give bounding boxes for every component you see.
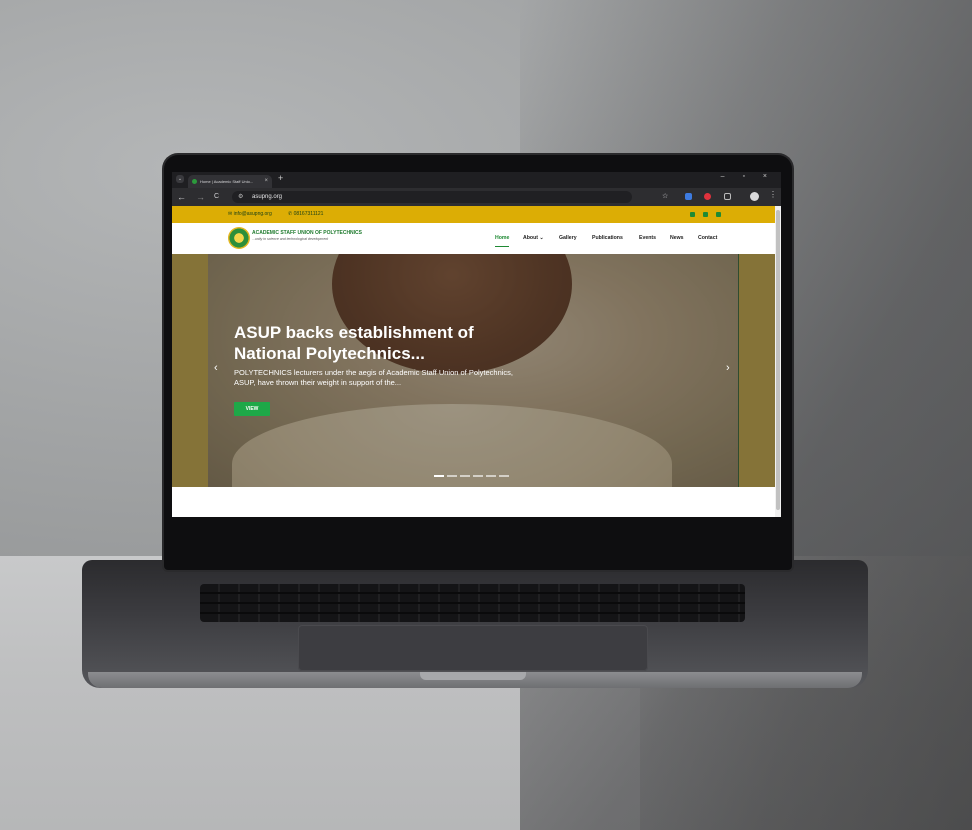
site-info-icon[interactable]: ⚙ xyxy=(238,192,243,202)
window-controls[interactable]: – ▫ × xyxy=(721,173,775,180)
tab-close-icon[interactable]: × xyxy=(264,175,268,188)
extensions-puzzle-icon[interactable] xyxy=(724,193,731,200)
tab-title: Home | Academic Staff Unio... xyxy=(200,179,254,184)
address-bar[interactable]: ⚙ asupng.org xyxy=(232,191,632,203)
laptop-trackpad xyxy=(298,625,648,671)
phone-link[interactable]: ✆ 08167311121 xyxy=(288,206,323,223)
browser-menu-icon[interactable]: ⋮ xyxy=(769,190,777,199)
contact-strip: ✉ info@asupng.org ✆ 08167311121 xyxy=(172,206,781,223)
hero-title: ASUP backs establishment of National Pol… xyxy=(234,323,474,363)
nav-events[interactable]: Events xyxy=(639,223,656,254)
laptop-screen: ⌄ Home | Academic Staff Unio... × + – ▫ … xyxy=(172,172,781,517)
asup-logo[interactable] xyxy=(228,227,250,249)
slider-dot[interactable] xyxy=(486,475,496,477)
view-button[interactable]: VIEW xyxy=(234,402,270,416)
chevron-down-icon: ⌄ xyxy=(539,235,544,241)
browser-tab[interactable]: Home | Academic Staff Unio... × xyxy=(188,175,272,188)
extension-icon[interactable] xyxy=(685,193,692,200)
hero-excerpt: POLYTECHNICS lecturers under the aegis o… xyxy=(234,368,514,387)
profile-avatar[interactable] xyxy=(750,192,759,201)
nav-publications[interactable]: Publications xyxy=(592,223,623,254)
nav-news[interactable]: News xyxy=(670,223,684,254)
site-header: ACADEMIC STAFF UNION OF POLYTECHNICS ...… xyxy=(172,223,781,254)
laptop-notch xyxy=(420,672,526,680)
tab-search-icon[interactable]: ⌄ xyxy=(176,175,184,183)
slider-dot[interactable] xyxy=(499,475,509,477)
slider-next-icon[interactable]: › xyxy=(726,362,730,374)
slider-dot[interactable] xyxy=(460,475,470,477)
nav-about[interactable]: About ⌄ xyxy=(523,223,544,254)
extension-icon[interactable] xyxy=(704,193,711,200)
content-below-hero xyxy=(172,487,775,517)
nav-gallery[interactable]: Gallery xyxy=(559,223,577,254)
logo-tagline: ...unity in science and technological de… xyxy=(252,237,329,241)
youtube-icon[interactable] xyxy=(716,212,721,217)
slider-dot[interactable] xyxy=(447,475,457,477)
laptop-keyboard xyxy=(200,584,745,622)
scrollbar-thumb[interactable] xyxy=(776,210,780,510)
url-text: asupng.org xyxy=(252,194,283,200)
slider-indicators xyxy=(434,475,512,487)
slider-prev-icon[interactable]: ‹ xyxy=(214,362,218,374)
slider-dot[interactable] xyxy=(473,475,483,477)
new-tab-button[interactable]: + xyxy=(278,173,283,183)
browser-tab-bar: ⌄ Home | Academic Staff Unio... × + – ▫ … xyxy=(172,172,781,188)
logo-title: ACADEMIC STAFF UNION OF POLYTECHNICS xyxy=(252,230,363,236)
nav-home[interactable]: Home xyxy=(495,223,510,254)
forward-button[interactable]: → xyxy=(196,189,205,205)
nav-about-label: About xyxy=(523,235,538,241)
bookmark-star-icon[interactable]: ☆ xyxy=(662,189,668,205)
browser-toolbar: ← → C ⚙ asupng.org ☆ ⋮ xyxy=(172,188,781,206)
phone-text: 08167311121 xyxy=(293,211,324,217)
slider-dot[interactable] xyxy=(434,475,444,477)
page-scrollbar[interactable] xyxy=(775,206,781,517)
instagram-icon[interactable] xyxy=(703,212,708,217)
back-button[interactable]: ← xyxy=(177,189,186,205)
favicon-icon xyxy=(192,179,197,184)
nav-contact[interactable]: Contact xyxy=(698,223,717,254)
twitter-icon[interactable] xyxy=(690,212,695,217)
hero-slider: ASUP backs establishment of National Pol… xyxy=(172,254,775,487)
email-link[interactable]: ✉ info@asupng.org xyxy=(228,206,272,223)
email-text: info@asupng.org xyxy=(233,211,272,217)
reload-button[interactable]: C xyxy=(214,189,219,205)
